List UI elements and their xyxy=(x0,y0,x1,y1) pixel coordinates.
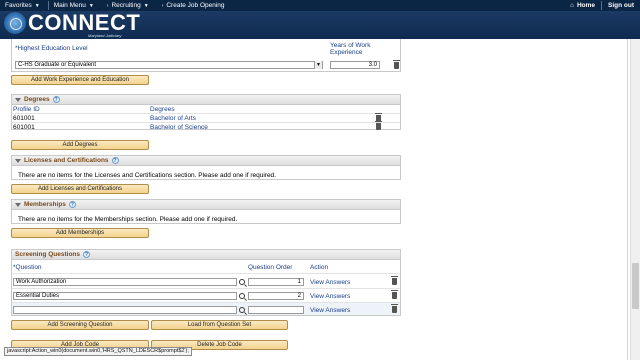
degree-profile-id: 601001 xyxy=(13,115,35,122)
degrees-col-profile: Profile ID xyxy=(13,106,40,113)
sign-out-link[interactable]: Sign out xyxy=(602,2,640,9)
search-icon[interactable] xyxy=(239,293,245,299)
chevron-down-icon: ▼ xyxy=(143,2,149,9)
question-input[interactable] xyxy=(13,306,237,314)
view-answers-link[interactable]: View Answers xyxy=(310,307,350,314)
years-experience-label-2: Experience xyxy=(330,49,363,56)
delete-question-icon[interactable] xyxy=(391,304,398,313)
row-divider xyxy=(12,122,400,123)
years-experience-value: 3.0 xyxy=(368,62,377,68)
chevron-down-icon: ▼ xyxy=(34,2,40,9)
browser-status-bar: javascript:Action_win0(document.win0,'HR… xyxy=(4,347,192,356)
degrees-header[interactable]: Degrees ? xyxy=(12,95,400,105)
vertical-scrollbar[interactable] xyxy=(630,39,640,360)
logo-title: CONNECT xyxy=(28,10,141,35)
licenses-empty-message: There are no items for the Licenses and … xyxy=(18,172,276,179)
home-link[interactable]: ⌂ Home xyxy=(564,2,601,9)
screening-title: Screening Questions xyxy=(15,251,81,258)
collapse-icon[interactable] xyxy=(15,97,21,102)
favorites-label: Favorites xyxy=(5,2,32,9)
question-value: Work Authorization xyxy=(16,279,67,285)
licenses-panel: Licenses and Certifications ? There are … xyxy=(11,155,401,180)
help-icon[interactable]: ? xyxy=(68,201,76,208)
breadcrumb-recruiting-label: Recruiting xyxy=(111,2,141,9)
screening-col-action: Action xyxy=(310,264,329,271)
add-work-experience-button[interactable]: Add Work Experience and Education xyxy=(11,75,149,85)
delete-education-icon[interactable] xyxy=(393,60,400,69)
memberships-title: Memberships xyxy=(24,201,66,208)
help-icon[interactable]: ? xyxy=(52,96,60,103)
delete-question-icon[interactable] xyxy=(391,290,398,299)
highest-education-label: *Highest Education Level xyxy=(15,45,88,52)
connect-logo: CONNECT xyxy=(4,12,140,34)
logo-subtitle: Maryland Judiciary xyxy=(88,33,122,38)
screening-panel: Screening Questions ? *Question Question… xyxy=(11,249,401,316)
breadcrumb-create-job-opening[interactable]: › Create Job Opening xyxy=(157,2,233,9)
breadcrumb-create-job-opening-label: Create Job Opening xyxy=(166,2,225,9)
chevron-right-icon: › xyxy=(106,2,109,9)
memberships-header[interactable]: Memberships ? xyxy=(12,200,400,210)
sign-out-label: Sign out xyxy=(608,2,634,9)
chevron-right-icon: › xyxy=(161,2,164,9)
header-banner: CONNECT Maryland Judiciary xyxy=(0,11,640,39)
screening-col-question: *Question xyxy=(13,264,42,271)
degree-link[interactable]: Bachelor of Science xyxy=(150,124,208,131)
education-panel: *Highest Education Level Years of Work E… xyxy=(11,39,401,72)
screening-header: Screening Questions ? xyxy=(12,250,400,260)
collapse-icon[interactable] xyxy=(15,202,21,207)
degrees-title: Degrees xyxy=(24,96,50,103)
highest-education-select[interactable]: C-HS Graduate or Equivalent ▼ xyxy=(15,61,323,69)
licenses-header[interactable]: Licenses and Certifications ? xyxy=(12,156,400,166)
home-label: Home xyxy=(576,2,595,9)
chevron-down-icon: ▼ xyxy=(88,2,94,9)
row-divider xyxy=(12,288,400,289)
degrees-col-degrees: Degrees xyxy=(150,106,175,113)
question-input[interactable]: Essential Duties xyxy=(13,292,237,300)
degrees-panel: Degrees ? Profile ID Degrees 601001 Bach… xyxy=(11,94,401,131)
delete-question-icon[interactable] xyxy=(391,276,398,285)
highest-education-value: C-HS Graduate or Equivalent xyxy=(18,62,97,68)
degree-link[interactable]: Bachelor of Arts xyxy=(150,115,196,122)
question-value: Essential Duties xyxy=(16,293,60,299)
scrollbar-thumb[interactable] xyxy=(632,263,639,309)
search-icon[interactable] xyxy=(239,307,245,313)
help-icon[interactable]: ? xyxy=(111,157,119,164)
breadcrumb-recruiting[interactable]: › Recruiting ▼ xyxy=(102,2,157,9)
row-divider xyxy=(12,273,400,274)
question-order-input[interactable]: 2 xyxy=(248,292,304,300)
view-answers-link[interactable]: View Answers xyxy=(310,279,350,286)
add-screening-question-button[interactable]: Add Screening Question xyxy=(11,320,149,330)
years-experience-label-1: Years of Work xyxy=(330,42,371,49)
seal-icon xyxy=(4,12,26,34)
main-menu[interactable]: Main Menu ▼ xyxy=(49,2,102,9)
main-menu-label: Main Menu xyxy=(53,2,86,9)
memberships-panel: Memberships ? There are no items for the… xyxy=(11,199,401,224)
home-icon: ⌂ xyxy=(570,2,574,9)
search-icon[interactable] xyxy=(239,279,245,285)
question-order-input[interactable] xyxy=(248,306,304,314)
years-experience-input[interactable]: 3.0 xyxy=(330,61,380,69)
add-memberships-button[interactable]: Add Memberships xyxy=(11,228,149,238)
add-licenses-button[interactable]: Add Licenses and Certifications xyxy=(11,184,149,194)
favorites-menu[interactable]: Favorites ▼ xyxy=(0,2,48,9)
question-order-input[interactable]: 1 xyxy=(248,278,304,286)
question-order-value: 2 xyxy=(297,293,301,299)
delete-degree-icon[interactable] xyxy=(375,121,382,130)
help-icon[interactable]: ? xyxy=(83,251,91,258)
collapse-icon[interactable] xyxy=(15,158,21,163)
dropdown-arrow-icon[interactable]: ▼ xyxy=(314,61,322,69)
load-question-set-button[interactable]: Load from Question Set xyxy=(151,320,288,330)
view-answers-link[interactable]: View Answers xyxy=(310,293,350,300)
licenses-title: Licenses and Certifications xyxy=(24,157,109,164)
screening-col-order: Question Order xyxy=(248,264,293,271)
degree-profile-id: 601001 xyxy=(13,124,35,131)
question-order-value: 1 xyxy=(297,279,301,285)
add-degrees-button[interactable]: Add Degrees xyxy=(11,140,149,150)
memberships-empty-message: There are no items for the Memberships s… xyxy=(18,216,238,223)
content-frame: *Highest Education Level Years of Work E… xyxy=(3,39,628,360)
row-divider xyxy=(12,113,400,114)
question-input[interactable]: Work Authorization xyxy=(13,278,237,286)
